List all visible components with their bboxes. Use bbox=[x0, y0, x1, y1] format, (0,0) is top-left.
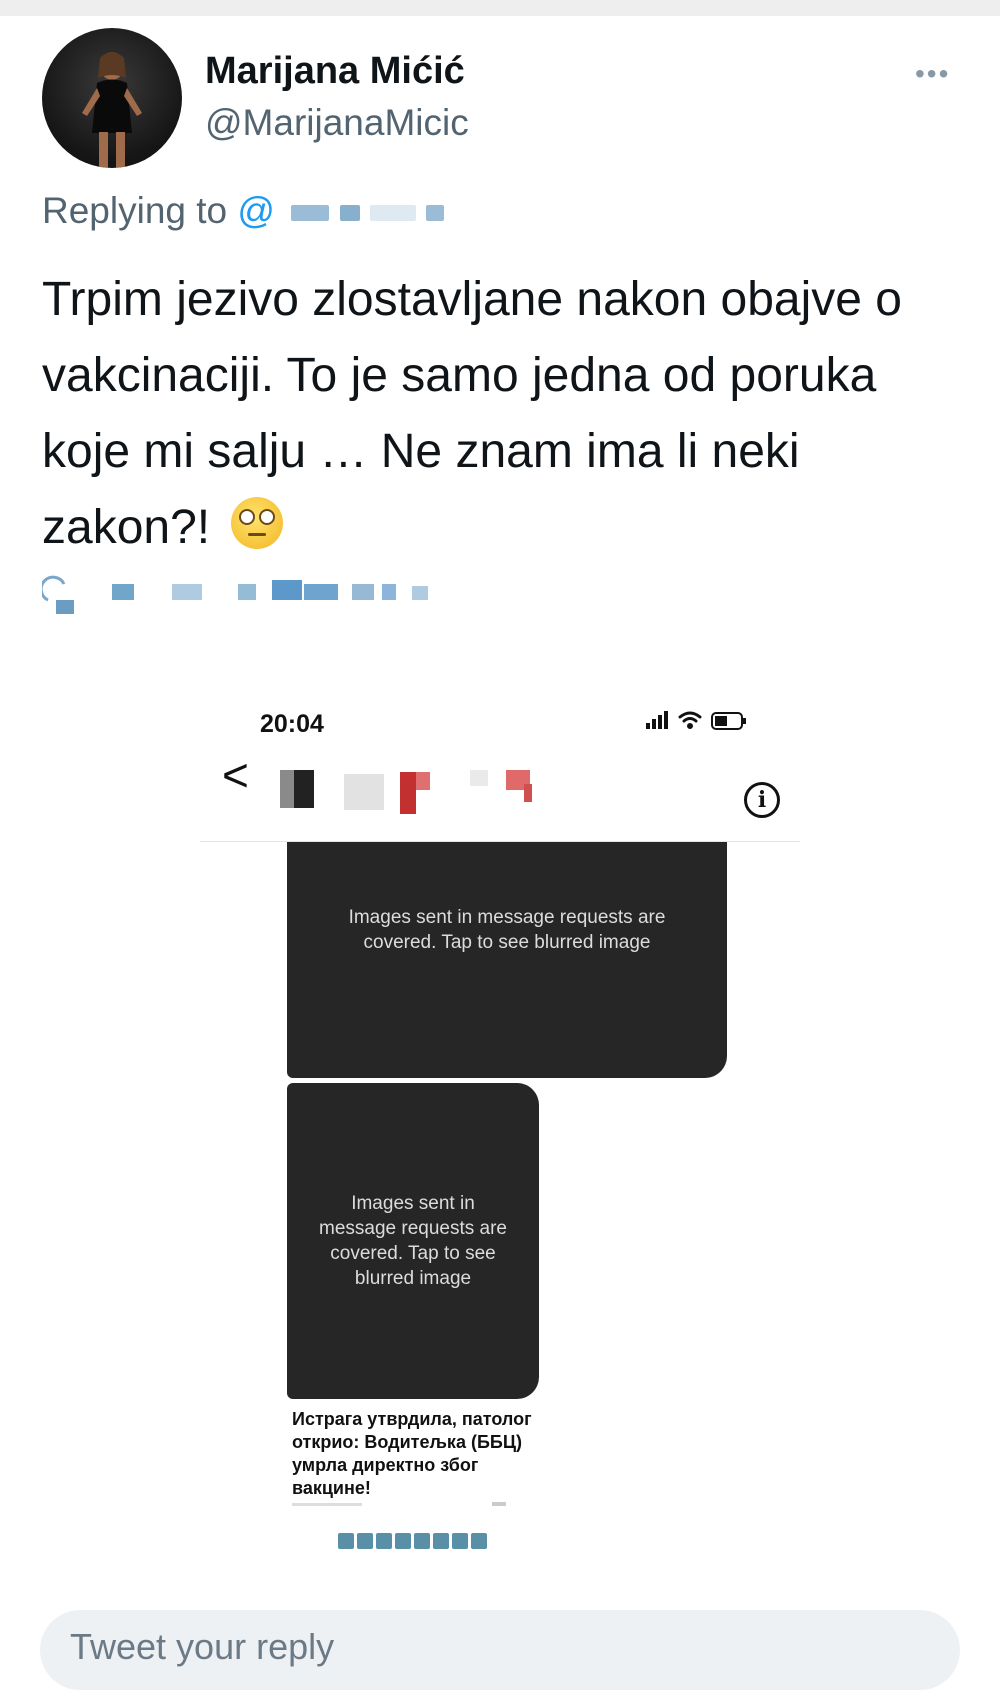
avatar[interactable] bbox=[42, 28, 182, 168]
avatar-photo bbox=[82, 52, 142, 168]
author-handle[interactable]: @MarijanaMicic bbox=[205, 102, 469, 144]
link-meta-line bbox=[292, 1502, 506, 1506]
reaction-icon bbox=[414, 1533, 430, 1549]
replying-label: Replying to bbox=[42, 190, 228, 231]
battery-icon bbox=[711, 712, 746, 730]
status-icons bbox=[646, 711, 746, 730]
signal-icon bbox=[646, 711, 668, 729]
shared-link-title[interactable]: Истрага утврдила, патолог открио: Водите… bbox=[292, 1408, 552, 1500]
tweet-text: Trpim jezivo zlostavljane nakon obajve o… bbox=[42, 262, 942, 566]
covered-image-notice: Images sent in message requests are cove… bbox=[348, 907, 666, 953]
tweet-body: Trpim jezivo zlostavljane nakon obajve o… bbox=[42, 273, 902, 554]
reaction-icon bbox=[471, 1533, 487, 1549]
wifi-icon bbox=[678, 711, 702, 729]
reaction-icon bbox=[395, 1533, 411, 1549]
status-time: 20:04 bbox=[260, 710, 324, 738]
author-name[interactable]: Marijana Mićić bbox=[205, 50, 465, 93]
redacted-chat-name bbox=[280, 770, 532, 814]
redacted-handle bbox=[291, 205, 330, 222]
embedded-dm-screenshot[interactable]: 20:04 < i Images sent in message request… bbox=[200, 690, 800, 1595]
message-bubble-image[interactable]: Images sent in message requests are cove… bbox=[287, 842, 727, 1078]
replying-to: Replying to @ bbox=[42, 190, 445, 232]
reaction-row bbox=[338, 1533, 488, 1551]
reaction-icon bbox=[433, 1533, 449, 1549]
info-icon[interactable]: i bbox=[744, 782, 780, 818]
top-edge-bar bbox=[0, 0, 1000, 16]
rolling-eyes-emoji-icon bbox=[231, 497, 284, 549]
redacted-handle-part bbox=[339, 205, 360, 222]
redacted-handle-part bbox=[369, 205, 416, 222]
message-bubble-image[interactable]: Images sent in message requests are cove… bbox=[287, 1083, 539, 1399]
more-horizontal-icon[interactable]: ••• bbox=[915, 58, 950, 90]
redacted-translate-link[interactable] bbox=[42, 570, 462, 614]
reaction-icon bbox=[357, 1533, 373, 1549]
covered-image-notice: Images sent in message requests are cove… bbox=[319, 1193, 507, 1289]
reaction-icon bbox=[376, 1533, 392, 1549]
chevron-left-icon[interactable]: < bbox=[222, 748, 249, 802]
replying-at[interactable]: @ bbox=[237, 190, 275, 231]
reaction-icon bbox=[452, 1533, 468, 1549]
reply-input[interactable]: Tweet your reply bbox=[40, 1610, 960, 1690]
redacted-handle-part bbox=[426, 205, 445, 222]
reaction-icon bbox=[338, 1533, 354, 1549]
reply-placeholder: Tweet your reply bbox=[70, 1626, 335, 1667]
